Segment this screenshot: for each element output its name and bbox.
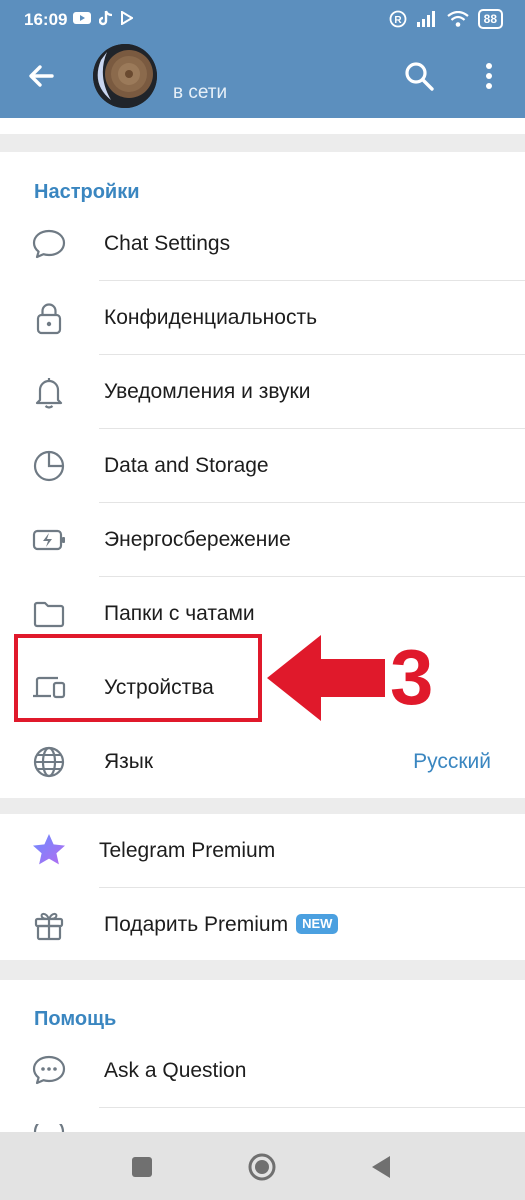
recent-apps-icon[interactable] <box>125 1150 159 1184</box>
help-section: Помощь Ask a Question <box>0 980 525 1132</box>
help-section-title: Помощь <box>34 1008 117 1030</box>
profile-card-bottom <box>0 118 525 134</box>
settings-item-label: Уведомления и звуки <box>104 380 311 403</box>
question-chat-icon <box>32 1055 66 1085</box>
premium-item-telegram-premium[interactable]: Telegram Premium <box>0 814 525 888</box>
language-value: Русский <box>413 750 491 773</box>
partial-row-icon <box>33 1124 65 1132</box>
settings-item-privacy[interactable]: Конфиденциальность <box>0 281 525 355</box>
gift-premium-text: Подарить Premium <box>104 913 289 936</box>
online-status: в сети <box>173 82 228 103</box>
status-bar: 16:09 R 88 <box>0 0 525 40</box>
settings-item-power-saving[interactable]: Энергосбережение <box>0 503 525 577</box>
premium-item-label: Подарить Premium NEW <box>104 888 339 962</box>
globe-icon <box>33 746 65 778</box>
star-icon <box>33 834 65 865</box>
back-triangle-icon[interactable] <box>364 1150 398 1184</box>
highlight-box <box>14 634 262 722</box>
search-icon[interactable] <box>401 58 437 94</box>
play-store-icon <box>121 11 133 25</box>
chat-bubble-icon <box>32 229 66 259</box>
avatar[interactable] <box>93 44 157 108</box>
settings-item-language[interactable]: Язык Русский <box>0 725 525 799</box>
lock-icon <box>36 303 62 335</box>
system-navigation-bar <box>0 1132 525 1200</box>
step-number: 3 <box>390 633 434 721</box>
settings-item-data-storage[interactable]: Data and Storage <box>0 429 525 503</box>
settings-section-title: Настройки <box>34 181 140 203</box>
svg-text:R: R <box>394 15 402 26</box>
avatar-image <box>93 44 157 108</box>
settings-item-label: Data and Storage <box>104 454 269 477</box>
new-badge: NEW <box>296 914 339 934</box>
battery-level: 88 <box>477 9 503 29</box>
battery-icon <box>32 529 65 551</box>
top-app-bar: в сети <box>0 40 525 118</box>
divider <box>99 1107 525 1108</box>
settings-item-label: Энергосбережение <box>104 528 291 551</box>
premium-section: Telegram Premium Подарить Premium NEW <box>0 814 525 960</box>
home-icon[interactable] <box>245 1150 279 1184</box>
annotation-arrow-icon <box>267 635 385 721</box>
registered-icon: R <box>389 10 407 28</box>
gift-icon <box>34 912 64 941</box>
more-vertical-icon[interactable] <box>479 58 499 94</box>
folder-icon <box>33 601 65 628</box>
wifi-icon <box>446 11 469 27</box>
settings-item-notifications[interactable]: Уведомления и звуки <box>0 355 525 429</box>
settings-item-label: Конфиденциальность <box>104 306 318 329</box>
pie-chart-icon <box>33 450 65 482</box>
help-item-ask-question[interactable]: Ask a Question <box>0 1034 525 1108</box>
help-item-label: Ask a Question <box>104 1059 247 1082</box>
back-arrow-icon[interactable] <box>22 56 62 96</box>
premium-item-label: Telegram Premium <box>99 839 276 862</box>
settings-item-chat-settings[interactable]: Chat Settings <box>0 207 525 281</box>
status-time: 16:09 <box>24 10 68 29</box>
tiktok-icon <box>99 10 113 26</box>
settings-item-label: Язык <box>104 750 154 773</box>
signal-icon <box>416 11 435 27</box>
premium-item-gift-premium[interactable]: Подарить Premium NEW <box>0 888 525 962</box>
bell-icon <box>35 378 63 409</box>
settings-item-label: Chat Settings <box>104 232 231 255</box>
telegram-settings-screen: 16:09 R 88 в сети Настройки Chat Setting… <box>0 0 525 1200</box>
youtube-icon <box>73 12 91 24</box>
app-header: 16:09 R 88 в сети <box>0 0 525 118</box>
